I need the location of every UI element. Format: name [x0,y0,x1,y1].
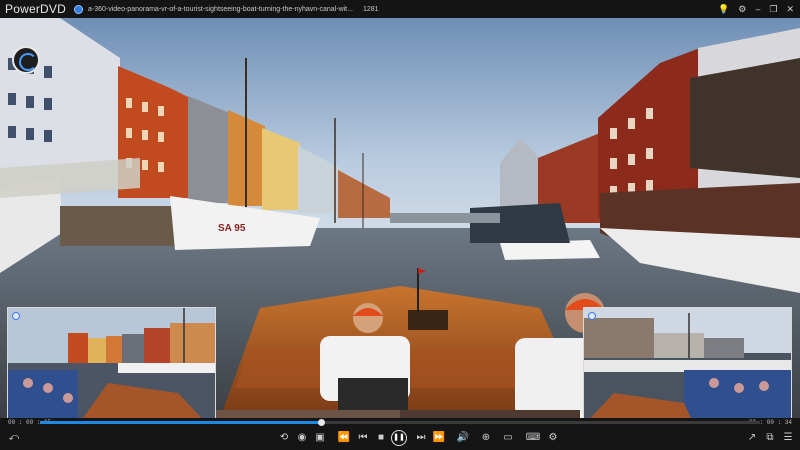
cast-icon[interactable]: ⧉ [762,430,778,446]
disc-icon [74,4,83,14]
gear-icon[interactable]: ⚙ [738,4,746,14]
share-icon[interactable]: ↗ [744,430,760,446]
window-controls: 💡 ⚙ – ❐ ✕ [718,0,794,18]
volume-icon[interactable]: 🔊 [455,430,471,446]
pip-indicator-icon [588,312,596,320]
pip-indicator-icon [12,312,20,320]
pip-left-view[interactable] [7,307,216,418]
play-pause-icon[interactable]: ❚❚ [391,430,407,446]
close-icon[interactable]: ✕ [786,4,794,14]
seek-bar-fill [40,421,321,424]
seek-handle[interactable] [317,419,325,426]
vr-360-badge[interactable] [12,46,40,74]
resolution-badge: 1281 [362,5,379,13]
lightbulb-icon[interactable]: 💡 [718,4,729,14]
app-name: PowerDVD [5,2,66,16]
restore-icon[interactable]: ❐ [769,4,777,14]
settings-icon[interactable]: ⚙ [545,430,561,446]
next-icon[interactable]: ⏭ [413,430,429,446]
prev-icon[interactable]: ⏮ [355,430,371,446]
repeat-icon[interactable]: ⟲ [276,430,292,446]
snapshot-icon[interactable]: ▣ [312,430,328,446]
minimize-icon[interactable]: – [755,4,760,14]
control-buttons: ⤺ ⟲ ◉ ▣ ⏪ ⏮ ■ ❚❚ ⏭ ⏩ 🔊 ⊕ ▭ ⌨ ⚙ ↗ ⧉ ☰ [0,430,800,448]
menu-icon[interactable]: ☰ [780,430,796,446]
boat-sign: SA 95 [218,223,246,234]
playback-controls: 00 : 00 : 25 00 : 00 : 34 ⤺ ⟲ ◉ ▣ ⏪ ⏮ ■ … [0,418,800,450]
video-frame[interactable]: SA 95 [0,18,800,418]
seek-bar[interactable] [40,419,760,426]
file-title: a-360-video-panorama-vr-of-a-tourist-sig… [88,5,353,13]
stop-icon[interactable]: ■ [373,430,389,446]
vr-mode-icon[interactable]: ▭ [500,430,516,446]
rewind-icon[interactable]: ⏪ [336,430,352,446]
back-icon[interactable]: ⤺ [6,430,22,446]
pip-right-view[interactable] [583,307,792,418]
zoom-icon[interactable]: ⊕ [478,430,494,446]
view-icon[interactable]: ◉ [294,430,310,446]
subtitle-icon[interactable]: ⌨ [525,430,541,446]
title-bar: PowerDVD a-360-video-panorama-vr-of-a-to… [0,0,800,18]
fast-forward-icon[interactable]: ⏩ [431,430,447,446]
